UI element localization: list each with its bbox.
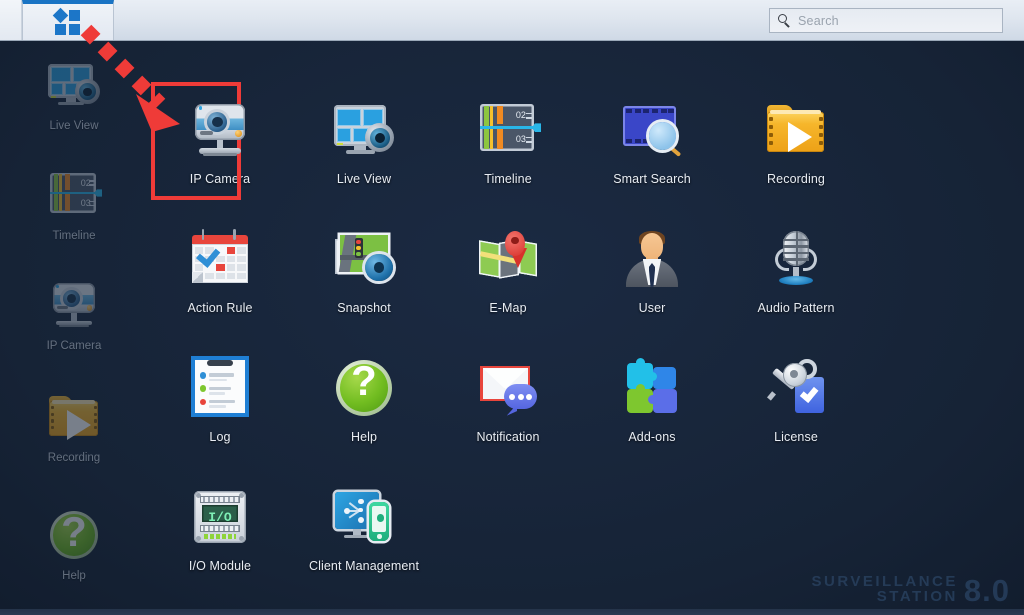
product-watermark: SURVEILLANCE STATION 8.0 xyxy=(811,573,1010,609)
ip-camera-icon xyxy=(46,277,102,333)
app-tile-recording[interactable]: Recording xyxy=(724,83,868,212)
app-launcher-tab[interactable] xyxy=(22,0,114,40)
window-title-bar: Search xyxy=(0,0,1024,41)
sidebar-item-label: Recording xyxy=(47,452,101,464)
app-tile-label: Recording xyxy=(767,172,825,186)
watermark-version: 8.0 xyxy=(963,573,1010,609)
snapshot-icon xyxy=(331,226,397,292)
search-field[interactable]: Search xyxy=(769,8,1003,33)
io-module-icon: I/O xyxy=(187,484,253,550)
app-tile-client-management[interactable]: Client Management xyxy=(292,470,436,599)
app-tile-user[interactable]: User xyxy=(580,212,724,341)
watermark-line-2: STATION xyxy=(876,588,958,605)
app-tile-snapshot[interactable]: Snapshot xyxy=(292,212,436,341)
app-tile-label: Live View xyxy=(336,172,392,186)
app-tile-add-ons[interactable]: Add-ons xyxy=(580,341,724,470)
app-tile-live-view[interactable]: Live View xyxy=(292,83,436,212)
notification-icon xyxy=(475,355,541,421)
app-tile-label: Audio Pattern xyxy=(757,301,835,315)
app-tile-e-map[interactable]: E-Map xyxy=(436,212,580,341)
app-tile-label: License xyxy=(774,430,818,444)
timeline-icon: 02 03 xyxy=(475,97,541,163)
live-view-icon xyxy=(46,57,102,113)
titlebar-spacer: Search xyxy=(114,0,1024,40)
app-tile-label: IP Camera xyxy=(189,172,251,186)
app-tile-audio-pattern[interactable]: Audio Pattern xyxy=(724,212,868,341)
application-grid: IP Camera Live View 02 03 Timeline Smart… xyxy=(148,41,1024,609)
log-icon xyxy=(187,355,253,421)
sidebar-item-recording[interactable]: Recording xyxy=(0,389,148,481)
titlebar-left-padding xyxy=(0,0,22,40)
app-tile-help[interactable]: ? Help xyxy=(292,341,436,470)
app-tile-label: Snapshot xyxy=(337,301,391,315)
taskbar-strip xyxy=(0,609,1024,615)
add-ons-icon xyxy=(619,355,685,421)
app-tile-label: Help xyxy=(350,430,378,444)
app-tile-label: Client Management xyxy=(308,559,420,573)
desktop-shortcut-sidebar: Live View 02 03 Timeline IP Camera Recor… xyxy=(0,41,148,609)
recording-icon xyxy=(46,389,102,445)
app-tile-log[interactable]: Log xyxy=(148,341,292,470)
audio-pattern-icon xyxy=(763,226,829,292)
app-tile-label: Add-ons xyxy=(628,430,676,444)
timeline-icon: 02 03 xyxy=(46,167,102,223)
search-icon xyxy=(778,13,792,28)
sidebar-item-label: Timeline xyxy=(52,230,96,242)
help-icon: ? xyxy=(46,507,102,563)
app-tile-label: Notification xyxy=(476,430,540,444)
sidebar-item-timeline[interactable]: 02 03 Timeline xyxy=(0,167,148,259)
app-tile-label: User xyxy=(638,301,666,315)
client-management-icon xyxy=(331,484,397,550)
sidebar-item-label: Live View xyxy=(49,120,99,132)
app-tile-smart-search[interactable]: Smart Search xyxy=(580,83,724,212)
app-tile-ip-camera[interactable]: IP Camera xyxy=(148,82,292,212)
sidebar-item-help[interactable]: ? Help xyxy=(0,507,148,599)
app-tile-label: Action Rule xyxy=(187,301,253,315)
app-tile-label: I/O Module xyxy=(188,559,252,573)
help-icon: ? xyxy=(331,355,397,421)
app-tile-label: E-Map xyxy=(489,301,527,315)
app-tile-label: Timeline xyxy=(484,172,532,186)
live-view-icon xyxy=(331,97,397,163)
app-tile-label: Smart Search xyxy=(613,172,691,186)
sidebar-item-label: Help xyxy=(62,570,86,582)
sidebar-item-label: IP Camera xyxy=(46,340,102,352)
sidebar-item-ip-camera[interactable]: IP Camera xyxy=(0,277,148,369)
app-tile-notification[interactable]: Notification xyxy=(436,341,580,470)
smart-search-icon xyxy=(619,97,685,163)
user-icon xyxy=(619,226,685,292)
license-icon xyxy=(763,355,829,421)
sidebar-item-live-view[interactable]: Live View xyxy=(0,57,148,149)
e-map-icon xyxy=(475,226,541,292)
app-tile-label: Log xyxy=(209,430,231,444)
app-tile-timeline[interactable]: 02 03 Timeline xyxy=(436,83,580,212)
ip-camera-icon xyxy=(187,97,253,163)
app-tile-action-rule[interactable]: Action Rule xyxy=(148,212,292,341)
recording-icon xyxy=(763,97,829,163)
search-placeholder: Search xyxy=(798,13,839,28)
grid-squares-icon xyxy=(52,7,81,35)
app-tile-license[interactable]: License xyxy=(724,341,868,470)
app-tile-io-module[interactable]: I/O I/O Module xyxy=(148,470,292,599)
action-rule-icon xyxy=(187,226,253,292)
